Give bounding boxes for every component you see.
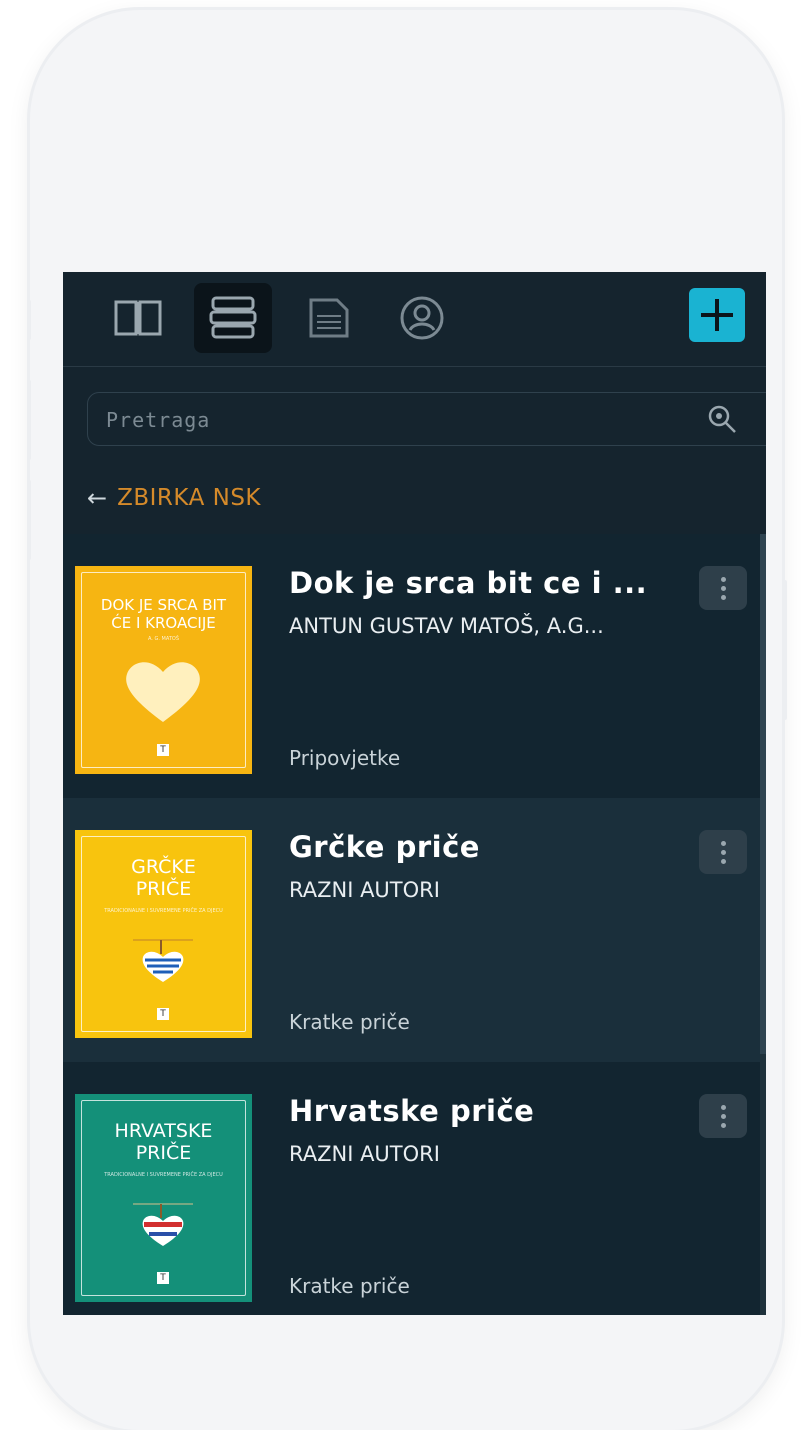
kebab-dot [720,858,726,864]
phone-side-button [27,300,31,340]
book-author: ANTUN GUSTAV MATOŠ, A.G... [289,614,604,638]
phone-power-button [783,580,787,720]
book-author: RAZNI AUTORI [289,1142,440,1166]
cover-title-line: DOK JE SRCA BIT [100,596,227,614]
publisher-logo-icon: T [157,744,169,756]
back-arrow-icon[interactable]: ← [87,484,107,512]
cover-title-line: GRČKE [131,856,196,878]
app-screen: Pretraga ← ZBIRKA NSK DOK JE SRCA BIT ĆE… [63,272,766,1315]
more-options-button[interactable] [699,1094,747,1138]
book-cover[interactable]: DOK JE SRCA BIT ĆE I KROACIJE A. G. MATO… [75,566,252,774]
cover-title: DOK JE SRCA BIT ĆE I KROACIJE [75,596,252,632]
cover-subtitle: A. G. MATOŠ [147,636,180,642]
cover-title: GRČKE PRIČE [75,856,252,900]
flag-heart-icon [133,939,193,982]
search-icon[interactable] [706,403,738,435]
search-input[interactable]: Pretraga [87,392,766,446]
book-title: Grčke priče [289,830,480,864]
library-stack-icon [209,296,257,339]
tab-profile[interactable] [383,283,461,353]
heart-icon [126,662,200,722]
more-options-button[interactable] [699,566,747,610]
cover-subtitle: TRADICIONALNE I SUVREMENE PRIČE ZA DJECU [104,908,223,914]
add-button[interactable] [689,288,745,342]
book-list: DOK JE SRCA BIT ĆE I KROACIJE A. G. MATO… [63,534,766,1315]
top-navigation [63,272,766,367]
kebab-dot [720,840,726,846]
book-cover[interactable]: HRVATSKE PRIČE TRADICIONALNE I SUVREMENE… [75,1094,252,1302]
list-item[interactable]: HRVATSKE PRIČE TRADICIONALNE I SUVREMENE… [63,1062,760,1315]
kebab-dot [720,594,726,600]
search-placeholder: Pretraga [106,408,211,432]
open-book-icon [114,300,162,336]
book-genre: Kratke priče [289,1010,410,1034]
list-item[interactable]: DOK JE SRCA BIT ĆE I KROACIJE A. G. MATO… [63,534,760,798]
cover-title-line: HRVATSKE [114,1120,213,1142]
cover-title-line: PRIČE [135,1142,192,1164]
cover-title-line: PRIČE [135,878,192,900]
flag-heart-icon [133,1203,193,1246]
publisher-logo-icon: T [157,1008,169,1020]
more-options-button[interactable] [699,830,747,874]
tab-reader[interactable] [99,283,177,353]
collection-title: ZBIRKA NSK [117,485,262,511]
kebab-dot [720,1113,726,1119]
kebab-dot [720,576,726,582]
phone-side-button [27,480,31,560]
book-title: Dok je srca bit ce i ... [289,566,648,600]
cover-title: HRVATSKE PRIČE [75,1120,252,1164]
book-title: Hrvatske priče [289,1094,535,1128]
kebab-dot [720,849,726,855]
cover-subtitle: TRADICIONALNE I SUVREMENE PRIČE ZA DJECU [104,1172,223,1178]
kebab-dot [720,1122,726,1128]
scrollbar-thumb[interactable] [760,534,766,1054]
phone-side-button [27,380,31,460]
cover-title-line: ĆE I KROACIJE [111,614,216,632]
plus-icon [701,299,733,331]
book-cover[interactable]: GRČKE PRIČE TRADICIONALNE I SUVREMENE PR… [75,830,252,1038]
breadcrumb[interactable]: ← ZBIRKA NSK [87,480,261,516]
document-icon [309,298,349,338]
book-author: RAZNI AUTORI [289,878,440,902]
kebab-dot [720,585,726,591]
tab-library[interactable] [194,283,272,353]
book-genre: Pripovjetke [289,746,401,770]
publisher-logo-icon: T [157,1272,169,1284]
book-genre: Kratke priče [289,1274,410,1298]
kebab-dot [720,1104,726,1110]
tab-documents[interactable] [290,283,368,353]
user-profile-icon [400,296,444,340]
list-item[interactable]: GRČKE PRIČE TRADICIONALNE I SUVREMENE PR… [63,798,760,1062]
